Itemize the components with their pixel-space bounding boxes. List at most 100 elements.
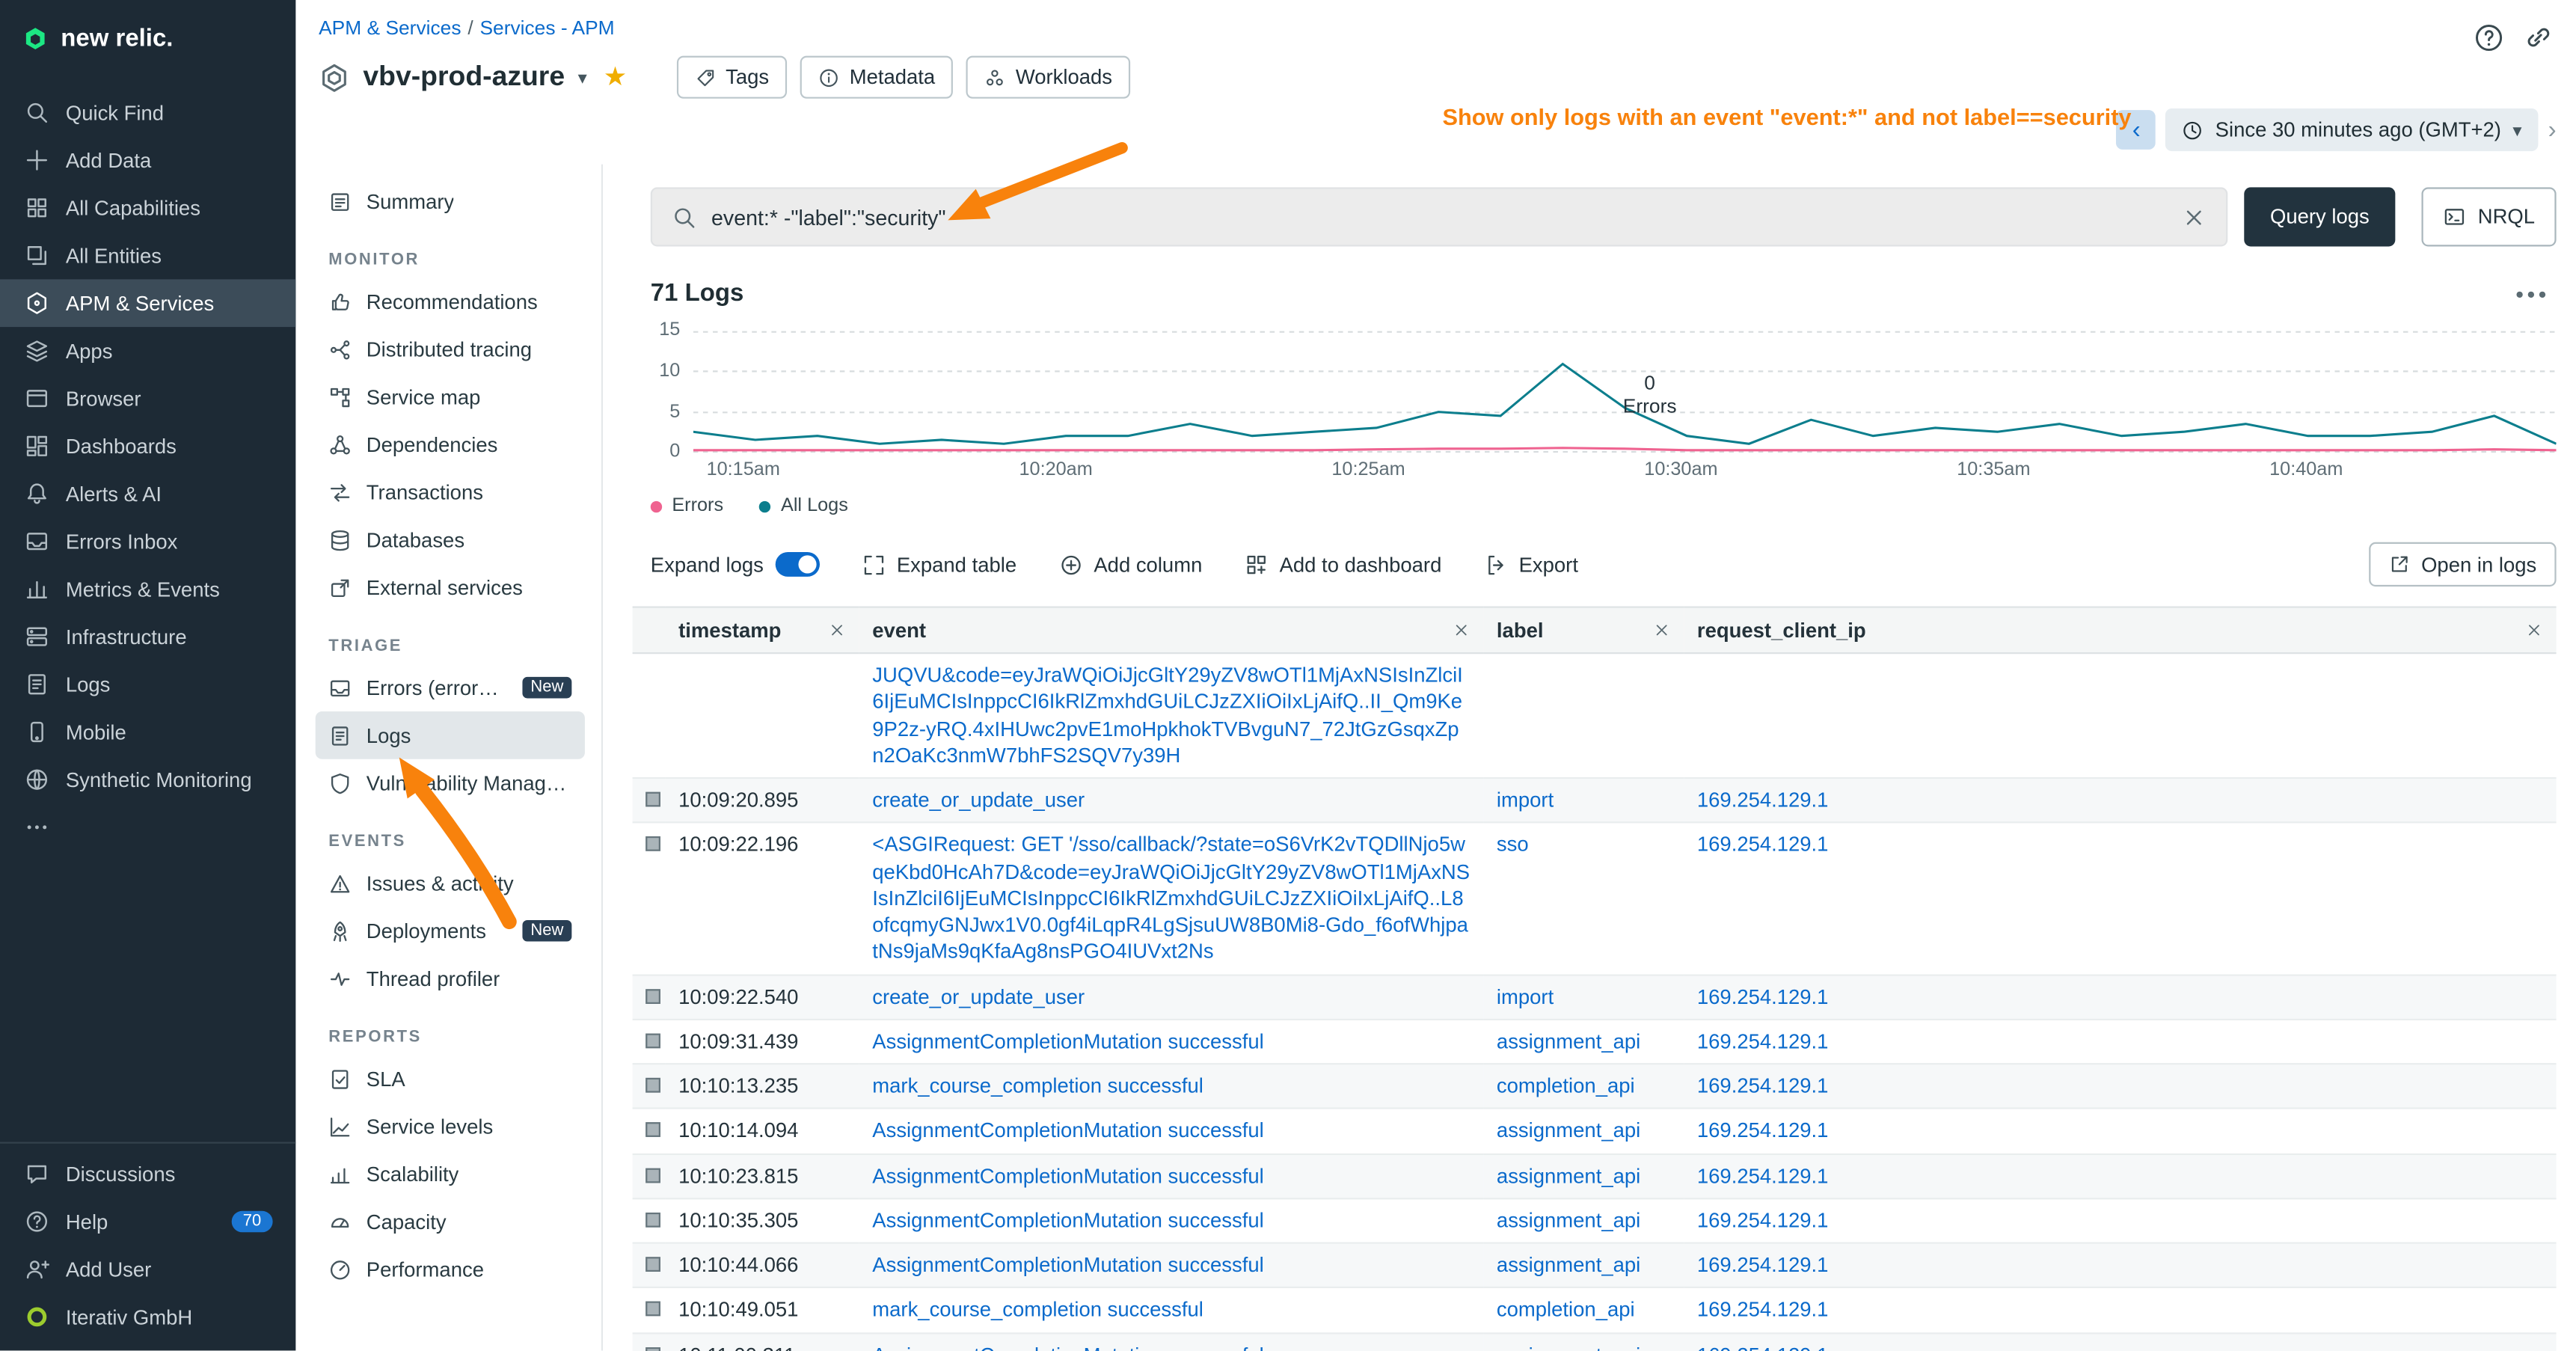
event-link[interactable]: AssignmentCompletionMutation successful	[872, 1344, 1263, 1351]
service-nav-databases[interactable]: Databases	[316, 516, 585, 564]
label-link[interactable]: assignment_api	[1497, 1164, 1640, 1187]
event-link[interactable]: AssignmentCompletionMutation successful	[872, 1119, 1263, 1142]
row-checkbox[interactable]	[645, 1033, 660, 1048]
event-link[interactable]: AssignmentCompletionMutation successful	[872, 1209, 1263, 1232]
ip-link[interactable]: 169.254.129.1	[1697, 1030, 1829, 1053]
label-column-header[interactable]: label	[1483, 607, 1684, 653]
label-link[interactable]: import	[1497, 788, 1554, 812]
ip-link[interactable]: 169.254.129.1	[1697, 833, 1829, 857]
sidebar-item-metrics-events[interactable]: Metrics & Events	[0, 566, 295, 613]
event-link[interactable]: AssignmentCompletionMutation successful	[872, 1030, 1263, 1053]
sidebar-item-all-entities[interactable]: All Entities	[0, 232, 295, 280]
label-link[interactable]: assignment_api	[1497, 1254, 1640, 1277]
label-link[interactable]: completion_api	[1497, 1074, 1635, 1097]
sidebar-item-logs[interactable]: Logs	[0, 661, 295, 708]
expand-logs-switch[interactable]	[775, 552, 819, 577]
service-nav-issues-activity[interactable]: Issues & activity	[316, 860, 585, 907]
log-query-input[interactable]	[711, 204, 2167, 229]
service-nav-recommendations[interactable]: Recommendations	[316, 278, 585, 325]
sidebar-more-button[interactable]	[0, 803, 295, 851]
log-search-box[interactable]	[651, 187, 2227, 246]
label-link[interactable]: sso	[1497, 833, 1529, 857]
sidebar-item-dashboards[interactable]: Dashboards	[0, 422, 295, 470]
query-logs-button[interactable]: Query logs	[2244, 187, 2396, 246]
tags-button[interactable]: Tags	[676, 56, 787, 99]
ip-link[interactable]: 169.254.129.1	[1697, 1344, 1829, 1351]
time-picker[interactable]: Since 30 minutes ago (GMT+2) ▾	[2166, 108, 2539, 151]
label-link[interactable]: assignment_api	[1497, 1119, 1640, 1142]
favorite-star-icon[interactable]: ★	[604, 61, 628, 94]
service-nav-dependencies[interactable]: Dependencies	[316, 420, 585, 468]
ip-link[interactable]: 169.254.129.1	[1697, 1074, 1829, 1097]
service-nav-sla[interactable]: SLA	[316, 1055, 585, 1103]
ip-link[interactable]: 169.254.129.1	[1697, 985, 1829, 1008]
legend-all-logs[interactable]: All Logs	[759, 496, 847, 515]
metadata-button[interactable]: Metadata	[800, 56, 954, 99]
row-checkbox[interactable]	[645, 1123, 660, 1138]
add-column-button[interactable]: Add column	[1059, 553, 1202, 576]
sidebar-item-add-user[interactable]: Add User	[0, 1246, 295, 1293]
service-nav-scalability[interactable]: Scalability	[316, 1150, 585, 1198]
permalink-icon[interactable]	[2524, 23, 2554, 53]
service-nav-capacity[interactable]: Capacity	[316, 1198, 585, 1246]
ip-link[interactable]: 169.254.129.1	[1697, 1119, 1829, 1142]
sidebar-item-help[interactable]: Help 70	[0, 1198, 295, 1246]
row-checkbox[interactable]	[645, 1257, 660, 1272]
nrql-button[interactable]: NRQL	[2422, 187, 2557, 246]
ip-link[interactable]: 169.254.129.1	[1697, 1164, 1829, 1187]
event-link[interactable]: mark_course_completion successful	[872, 1299, 1203, 1322]
service-nav-thread-profiler[interactable]: Thread profiler	[316, 955, 585, 1002]
sidebar-item-add-data[interactable]: Add Data	[0, 136, 295, 184]
row-checkbox[interactable]	[645, 837, 660, 852]
service-nav-deployments[interactable]: Deployments New	[316, 907, 585, 955]
workloads-button[interactable]: Workloads	[966, 56, 1130, 99]
open-in-logs-button[interactable]: Open in logs	[2369, 542, 2557, 586]
clear-query-icon[interactable]	[2181, 204, 2206, 229]
label-link[interactable]: assignment_api	[1497, 1209, 1640, 1232]
event-link[interactable]: AssignmentCompletionMutation successful	[872, 1164, 1263, 1187]
service-nav-service-levels[interactable]: Service levels	[316, 1103, 585, 1151]
time-forward-chevron[interactable]: ›	[2548, 116, 2557, 144]
add-to-dashboard-button[interactable]: Add to dashboard	[1245, 553, 1441, 576]
ip-link[interactable]: 169.254.129.1	[1697, 1299, 1829, 1322]
service-nav-vulnerability-management[interactable]: Vulnerability Management	[316, 759, 585, 807]
event-column-header[interactable]: event	[859, 607, 1484, 653]
event-link[interactable]: <ASGIRequest: GET '/sso/callback/?state=…	[872, 833, 1470, 964]
remove-column-icon[interactable]	[828, 621, 846, 639]
service-nav-service-map[interactable]: Service map	[316, 373, 585, 421]
sidebar-item-synthetic-monitoring[interactable]: Synthetic Monitoring	[0, 756, 295, 803]
row-checkbox[interactable]	[645, 1302, 660, 1317]
request-client-ip-column-header[interactable]: request_client_ip	[1684, 607, 2556, 653]
sidebar-item-alerts-ai[interactable]: Alerts & AI	[0, 470, 295, 518]
sidebar-item-all-capabilities[interactable]: All Capabilities	[0, 184, 295, 232]
ip-link[interactable]: 169.254.129.1	[1697, 788, 1829, 812]
breadcrumb-services-apm[interactable]: Services - APM	[479, 16, 614, 40]
legend-errors[interactable]: Errors	[651, 496, 723, 515]
label-link[interactable]: completion_api	[1497, 1299, 1635, 1322]
row-checkbox[interactable]	[645, 1212, 660, 1227]
expand-logs-toggle[interactable]: Expand logs	[651, 552, 820, 577]
sidebar-item-mobile[interactable]: Mobile	[0, 708, 295, 756]
row-checkbox[interactable]	[645, 988, 660, 1003]
remove-column-icon[interactable]	[2525, 621, 2543, 639]
sidebar-item-apm-services[interactable]: APM & Services	[0, 279, 295, 327]
service-nav-performance[interactable]: Performance	[316, 1246, 585, 1293]
event-link[interactable]: mark_course_completion successful	[872, 1074, 1203, 1097]
service-nav-transactions[interactable]: Transactions	[316, 468, 585, 516]
sidebar-item-quick-find[interactable]: Quick Find	[0, 89, 295, 137]
sidebar-item-errors-inbox[interactable]: Errors Inbox	[0, 518, 295, 566]
row-checkbox[interactable]	[645, 1347, 660, 1351]
remove-column-icon[interactable]	[1653, 621, 1671, 639]
entity-dropdown-chevron[interactable]: ▾	[578, 67, 587, 88]
expand-table-button[interactable]: Expand table	[862, 553, 1016, 576]
sidebar-item-browser[interactable]: Browser	[0, 375, 295, 423]
remove-column-icon[interactable]	[1453, 621, 1471, 639]
panel-more-menu[interactable]: •••	[2515, 280, 2556, 306]
sidebar-item-infrastructure[interactable]: Infrastructure	[0, 613, 295, 661]
timestamp-column-header[interactable]: timestamp	[666, 607, 859, 653]
ip-link[interactable]: 169.254.129.1	[1697, 1254, 1829, 1277]
service-nav-logs[interactable]: Logs	[316, 711, 585, 759]
sidebar-item-apps[interactable]: Apps	[0, 327, 295, 375]
event-link[interactable]: JUQVU&code=eyJraWQiOiJjcGltY29yZV8wOTl1M…	[872, 664, 1463, 767]
ip-link[interactable]: 169.254.129.1	[1697, 1209, 1829, 1232]
